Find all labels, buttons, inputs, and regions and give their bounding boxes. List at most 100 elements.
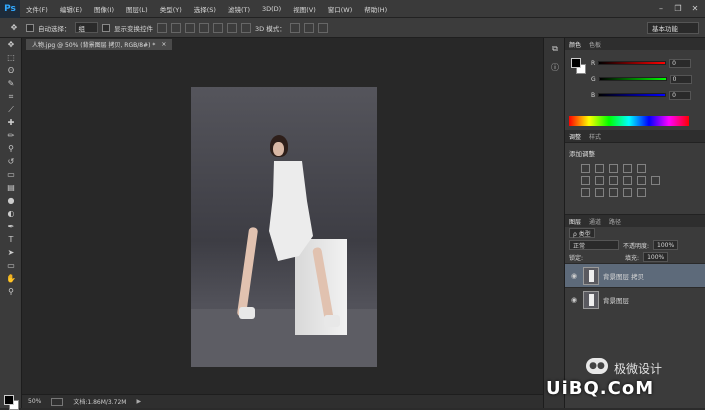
model-face (273, 142, 284, 156)
layer-kind-filter[interactable]: ρ 类型 (569, 228, 595, 238)
gradient-map-icon[interactable] (623, 188, 632, 197)
eyedropper-icon[interactable]: ⟋ (0, 103, 22, 116)
align-right-icon[interactable] (227, 22, 237, 33)
history-brush-icon[interactable]: ↺ (0, 155, 22, 168)
red-value[interactable]: 0 (669, 58, 692, 68)
tab-swatches[interactable]: 色板 (589, 40, 601, 49)
eye-icon[interactable]: ◉ (571, 272, 579, 280)
foreground-color-swatch[interactable] (4, 395, 14, 405)
crop-icon[interactable]: ⌗ (0, 90, 22, 103)
color-swatches[interactable] (4, 395, 19, 410)
menu-view[interactable]: 视图(V) (287, 4, 322, 14)
menu-file[interactable]: 文件(F) (20, 4, 54, 14)
menu-help[interactable]: 帮助(H) (358, 4, 393, 14)
green-value[interactable]: 0 (669, 74, 692, 84)
3d-rotate-icon[interactable] (289, 22, 300, 33)
gradient-icon[interactable]: ▤ (0, 181, 22, 194)
zoom-level[interactable]: 50% (28, 398, 41, 405)
quick-select-icon[interactable]: ✎ (0, 77, 22, 90)
status-arrow-icon[interactable]: ▶ (136, 398, 141, 405)
channel-mixer-icon[interactable] (637, 176, 646, 185)
healing-icon[interactable]: ✚ (0, 116, 22, 129)
tab-styles[interactable]: 样式 (589, 132, 601, 141)
dodge-icon[interactable]: ◐ (0, 207, 22, 220)
maximize-button[interactable]: ❐ (672, 3, 684, 14)
align-top-icon[interactable] (157, 22, 167, 33)
tab-paths[interactable]: 路径 (609, 217, 621, 226)
menu-type[interactable]: 类型(Y) (154, 4, 188, 14)
document-image[interactable] (191, 87, 377, 367)
black-white-icon[interactable] (609, 176, 618, 185)
show-transform-checkbox[interactable] (102, 23, 110, 32)
fill-input[interactable]: 100% (643, 252, 669, 262)
invert-icon[interactable] (581, 188, 590, 197)
brightness-icon[interactable] (581, 164, 590, 173)
3d-pan-icon[interactable] (317, 22, 328, 33)
color-lookup-icon[interactable] (651, 176, 660, 185)
tab-adjustments[interactable]: 调整 (569, 132, 581, 141)
align-center-icon[interactable] (213, 22, 223, 33)
move-icon[interactable]: ✥ (0, 38, 22, 51)
menu-image[interactable]: 图像(I) (88, 4, 120, 14)
pen-icon[interactable]: ✒ (0, 220, 22, 233)
menu-window[interactable]: 窗口(W) (322, 4, 359, 14)
path-select-icon[interactable]: ➤ (0, 246, 22, 259)
hue-saturation-icon[interactable] (581, 176, 590, 185)
canvas-area[interactable] (22, 50, 543, 394)
stamp-icon[interactable]: ⚲ (0, 142, 22, 155)
align-bottom-icon[interactable] (185, 22, 195, 33)
blue-value[interactable]: 0 (669, 90, 692, 100)
marquee-icon[interactable]: ⬚ (0, 51, 22, 64)
info-panel-icon[interactable]: ⓘ (546, 60, 564, 74)
distribute-icon[interactable] (241, 22, 251, 33)
eye-icon[interactable]: ◉ (571, 296, 579, 304)
levels-icon[interactable] (595, 164, 604, 173)
align-left-icon[interactable] (199, 22, 209, 33)
history-panel-icon[interactable]: ⧉ (546, 42, 564, 56)
threshold-icon[interactable] (609, 188, 618, 197)
red-slider[interactable] (598, 61, 667, 65)
curves-icon[interactable] (609, 164, 618, 173)
zoom-icon[interactable]: ⚲ (0, 285, 22, 298)
exposure-icon[interactable] (623, 164, 632, 173)
minimize-button[interactable]: – (655, 3, 667, 14)
layer-row[interactable]: ◉ 背景图层 (565, 287, 705, 311)
blue-label: B (591, 91, 596, 99)
foreground-color-swatch[interactable] (571, 58, 581, 68)
brush-icon[interactable]: ✏ (0, 129, 22, 142)
layer-row[interactable]: ◉ 背景图层 拷贝 (565, 263, 705, 287)
auto-select-dropdown[interactable]: 组 (74, 22, 98, 33)
align-middle-icon[interactable] (171, 22, 181, 33)
blend-mode-dropdown[interactable]: 正常 (569, 240, 619, 250)
posterize-icon[interactable] (595, 188, 604, 197)
menu-3d[interactable]: 3D(D) (256, 5, 287, 13)
document-tab-close[interactable]: × (161, 41, 166, 48)
tab-layers[interactable]: 图层 (569, 217, 581, 226)
menu-layer[interactable]: 图层(L) (120, 4, 154, 14)
blue-slider[interactable] (598, 93, 667, 97)
opacity-input[interactable]: 100% (653, 240, 679, 250)
workspace-preset-dropdown[interactable]: 基本功能 (647, 22, 699, 34)
eraser-icon[interactable]: ▭ (0, 168, 22, 181)
selective-color-icon[interactable] (637, 188, 646, 197)
vibrance-icon[interactable] (637, 164, 646, 173)
tab-color[interactable]: 颜色 (569, 40, 581, 49)
color-balance-icon[interactable] (595, 176, 604, 185)
photo-filter-icon[interactable] (623, 176, 632, 185)
lasso-icon[interactable]: ʘ (0, 64, 22, 77)
green-slider[interactable] (598, 77, 667, 81)
auto-select-checkbox[interactable] (26, 23, 34, 32)
menu-select[interactable]: 选择(S) (188, 4, 222, 14)
close-button[interactable]: ✕ (689, 3, 701, 14)
color-spectrum[interactable] (569, 116, 689, 126)
hand-icon[interactable]: ✋ (0, 272, 22, 285)
menu-filter[interactable]: 滤镜(T) (222, 4, 256, 14)
blur-icon[interactable]: ● (0, 194, 22, 207)
move-tool-icon[interactable]: ✥ (6, 21, 22, 34)
shape-icon[interactable]: ▭ (0, 259, 22, 272)
type-icon[interactable]: T (0, 233, 22, 246)
tab-channels[interactable]: 通道 (589, 217, 601, 226)
menu-edit[interactable]: 编辑(E) (54, 4, 88, 14)
document-tab[interactable]: 人物.jpg @ 50% (背景图层 拷贝, RGB/8#) * × (26, 39, 173, 50)
3d-roll-icon[interactable] (303, 22, 314, 33)
